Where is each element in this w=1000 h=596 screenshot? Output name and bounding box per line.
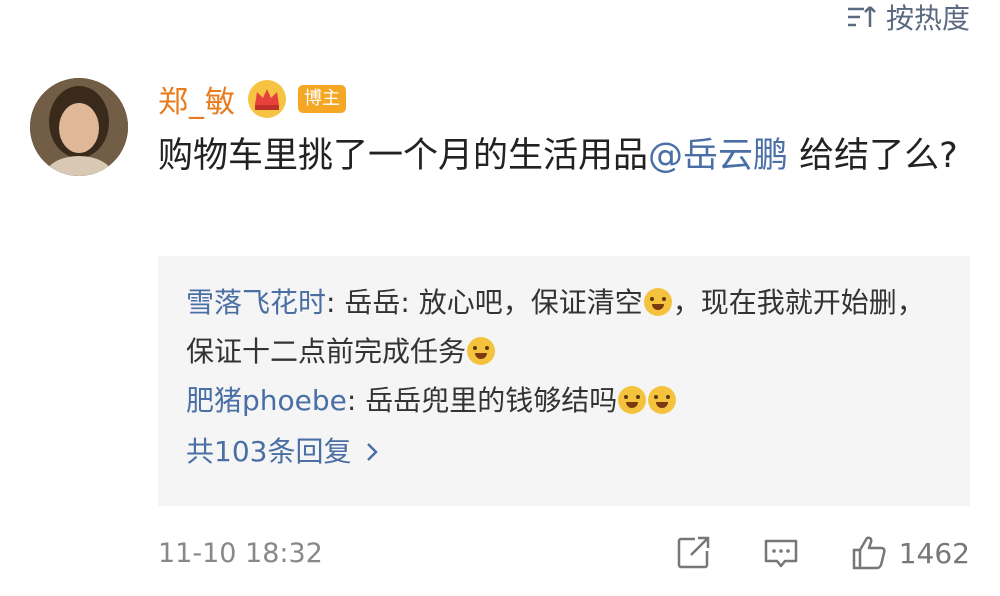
more-replies-label: 共103条回复: [186, 435, 352, 468]
comment-text-after: 给结了么?: [788, 136, 958, 176]
sort-by-hot-button[interactable]: 按热度: [846, 0, 970, 35]
like-count: 1462: [898, 536, 970, 570]
reply-item[interactable]: 肥猪phoebe: 岳岳兜里的钱够结吗: [186, 376, 942, 425]
author-badge: 博主: [298, 85, 346, 113]
reply-text: 岳岳: 放心吧，保证清空: [344, 286, 643, 319]
username[interactable]: 郑_敏: [158, 77, 236, 121]
reply-username[interactable]: 雪落飞花时: [186, 286, 326, 319]
avatar-image: [30, 78, 128, 176]
timestamp: 11-10 18:32: [158, 537, 323, 569]
comment-text-before: 购物车里挑了一个月的生活用品: [158, 136, 649, 176]
replies-box[interactable]: 雪落飞花时: 岳岳: 放心吧，保证清空 ，现在我就开始删，保证十二点前完成任务 肥…: [158, 256, 970, 506]
avatar[interactable]: [30, 78, 128, 176]
action-bar: 1462: [673, 533, 970, 573]
comment-button[interactable]: [761, 533, 801, 573]
share-button[interactable]: [673, 533, 713, 573]
reply-text: 岳岳兜里的钱够结吗: [365, 384, 618, 417]
comment-header: 郑_敏 博主: [158, 76, 346, 122]
grin-emoji-icon: [467, 337, 496, 365]
sort-label: 按热度: [885, 2, 970, 35]
chevron-right-icon: [367, 442, 379, 461]
comment-text: 购物车里挑了一个月的生活用品@岳云鹏 给结了么?: [158, 132, 968, 180]
comment-icon: [764, 539, 797, 568]
crown-icon: [248, 80, 286, 118]
reply-username[interactable]: 肥猪phoebe: [186, 384, 347, 417]
comment-footer: 11-10 18:32 1462: [158, 530, 970, 576]
reply-item[interactable]: 雪落飞花时: 岳岳: 放心吧，保证清空 ，现在我就开始删，保证十二点前完成任务: [186, 278, 942, 376]
like-button[interactable]: 1462: [849, 533, 970, 573]
laugh-cry-emoji-icon: [648, 386, 677, 414]
more-replies-link[interactable]: 共103条回复: [186, 427, 942, 476]
thumbs-up-icon: [852, 536, 886, 570]
reply-separator: :: [326, 286, 345, 319]
scared-emoji-icon: [643, 288, 672, 316]
sort-icon: [847, 6, 876, 27]
reply-separator: :: [346, 384, 366, 417]
mention-link[interactable]: @岳云鹏: [648, 136, 788, 176]
laugh-cry-emoji-icon: [618, 386, 647, 414]
share-icon: [677, 536, 709, 569]
